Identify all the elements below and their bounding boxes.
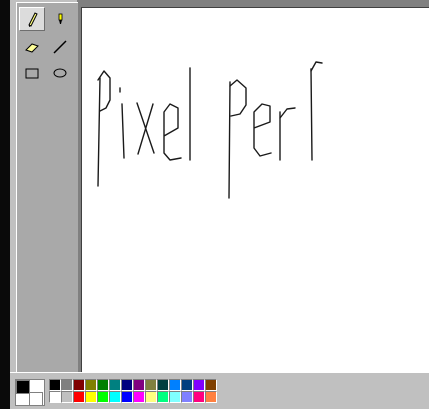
ellipse-icon [53,68,67,78]
palette-swatch[interactable] [181,379,193,391]
window-edge [0,0,10,409]
palette-swatch[interactable] [133,391,145,403]
palette-swatch[interactable] [73,391,85,403]
palette-swatch[interactable] [109,379,121,391]
palette-swatch[interactable] [193,379,205,391]
toolbox [10,0,80,372]
freehand-drawing [97,61,323,199]
canvas-frame [78,0,429,372]
palette-swatch[interactable] [205,391,217,403]
eraser-icon [25,43,39,53]
palette-swatch[interactable] [193,391,205,403]
ellipse-tool[interactable] [47,61,73,85]
toolbox-panel [16,2,80,372]
pencil-icon [28,12,38,27]
palette-swatch[interactable] [145,379,157,391]
palette-swatch[interactable] [169,379,181,391]
drawing-canvas[interactable] [81,7,429,372]
rectangle-icon [25,68,39,79]
palette-swatch[interactable] [97,379,109,391]
line-icon [53,40,67,54]
line-tool[interactable] [47,35,73,59]
palette-swatch[interactable] [61,379,73,391]
palette-swatch[interactable] [73,379,85,391]
primary-color[interactable] [16,380,30,394]
palette-swatch[interactable] [85,379,97,391]
eraser-tool[interactable] [19,35,45,59]
palette-swatch[interactable] [61,391,73,403]
brush-icon [58,13,63,24]
palette-swatch[interactable] [49,379,61,391]
palette-swatch[interactable] [157,379,169,391]
color-bar [10,372,429,409]
palette-swatch[interactable] [121,379,133,391]
brush-tool[interactable] [47,7,73,31]
current-colors [15,379,45,406]
palette-swatch[interactable] [133,379,145,391]
palette-swatch[interactable] [181,391,193,403]
palette-swatch[interactable] [205,379,217,391]
palette-swatch[interactable] [169,391,181,403]
palette-swatch[interactable] [157,391,169,403]
palette-swatch[interactable] [97,391,109,403]
palette-swatch[interactable] [121,391,133,403]
palette-swatch[interactable] [85,391,97,403]
secondary-color[interactable] [29,392,43,406]
palette-swatch[interactable] [145,391,157,403]
palette-swatch[interactable] [49,391,61,403]
palette-swatch[interactable] [109,391,121,403]
rectangle-tool[interactable] [19,61,45,85]
pencil-tool[interactable] [19,7,45,31]
